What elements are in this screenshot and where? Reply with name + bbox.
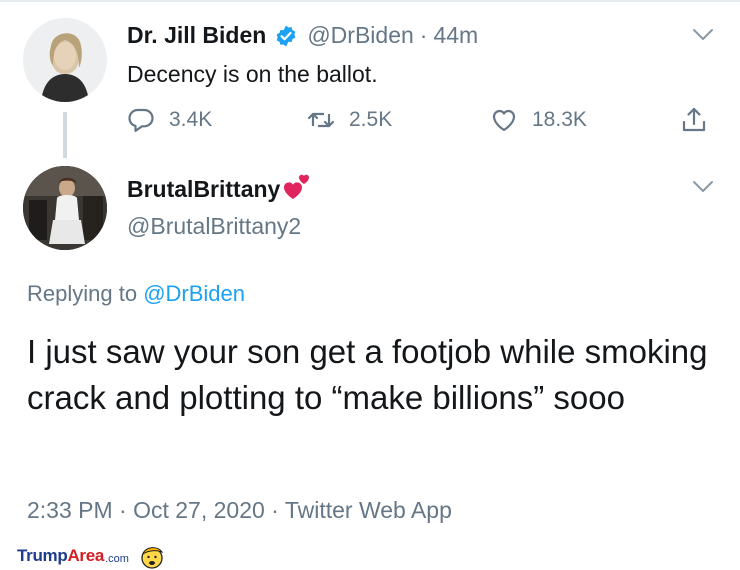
- reply-button[interactable]: 3.4K: [127, 106, 212, 134]
- watermark-area: Area: [67, 546, 105, 565]
- tweet-text: I just saw your son get a footjob while …: [27, 333, 708, 416]
- display-name[interactable]: Dr. Jill Biden: [127, 22, 266, 49]
- tweet2-header: BrutalBrittany: [127, 174, 312, 203]
- watermark-trump: Trump: [17, 546, 68, 565]
- thread-connector: [63, 112, 67, 158]
- trump-face-icon: [141, 547, 164, 569]
- watermark-com: .com: [105, 553, 129, 565]
- avatar-photo-icon: [23, 166, 107, 250]
- retweet-button[interactable]: 2.5K: [307, 106, 392, 134]
- separator-dot: ·: [419, 22, 428, 48]
- avatar-photo-icon: [23, 18, 107, 102]
- reply-icon: [128, 108, 154, 132]
- chevron-down-icon[interactable]: [692, 180, 714, 194]
- like-count: 18.3K: [532, 108, 587, 131]
- replying-to-link[interactable]: @DrBiden: [143, 281, 245, 306]
- chevron-down-icon[interactable]: [692, 28, 714, 42]
- like-button[interactable]: 18.3K: [490, 106, 587, 134]
- avatar[interactable]: [23, 18, 107, 102]
- share-button[interactable]: [680, 106, 722, 134]
- retweet-count: 2.5K: [349, 108, 393, 131]
- handle[interactable]: @DrBiden: [307, 22, 413, 49]
- timestamp[interactable]: 44m: [433, 22, 478, 49]
- share-icon: [682, 107, 706, 132]
- heart-icon: [492, 109, 516, 132]
- reply-count: 3.4K: [169, 108, 213, 131]
- replying-to: Replying to @DrBiden: [27, 281, 245, 307]
- tweet-timestamp[interactable]: 2:33 PM · Oct 27, 2020 · Twitter Web App: [27, 497, 452, 524]
- tweet-text: Decency is on the ballot.: [127, 61, 378, 87]
- display-name[interactable]: BrutalBrittany: [127, 176, 280, 203]
- avatar[interactable]: [23, 166, 107, 250]
- heart-emoji-icon: [284, 174, 310, 199]
- tweet1-header: Dr. Jill Biden @DrBiden · 44m: [127, 22, 478, 49]
- handle[interactable]: @BrutalBrittany2: [127, 213, 301, 240]
- top-divider: [0, 0, 740, 2]
- verified-badge-icon: [277, 25, 296, 46]
- retweet-icon: [307, 112, 335, 128]
- replying-prefix: Replying to: [27, 281, 144, 306]
- watermark-logo: Trump Area .com: [17, 544, 165, 569]
